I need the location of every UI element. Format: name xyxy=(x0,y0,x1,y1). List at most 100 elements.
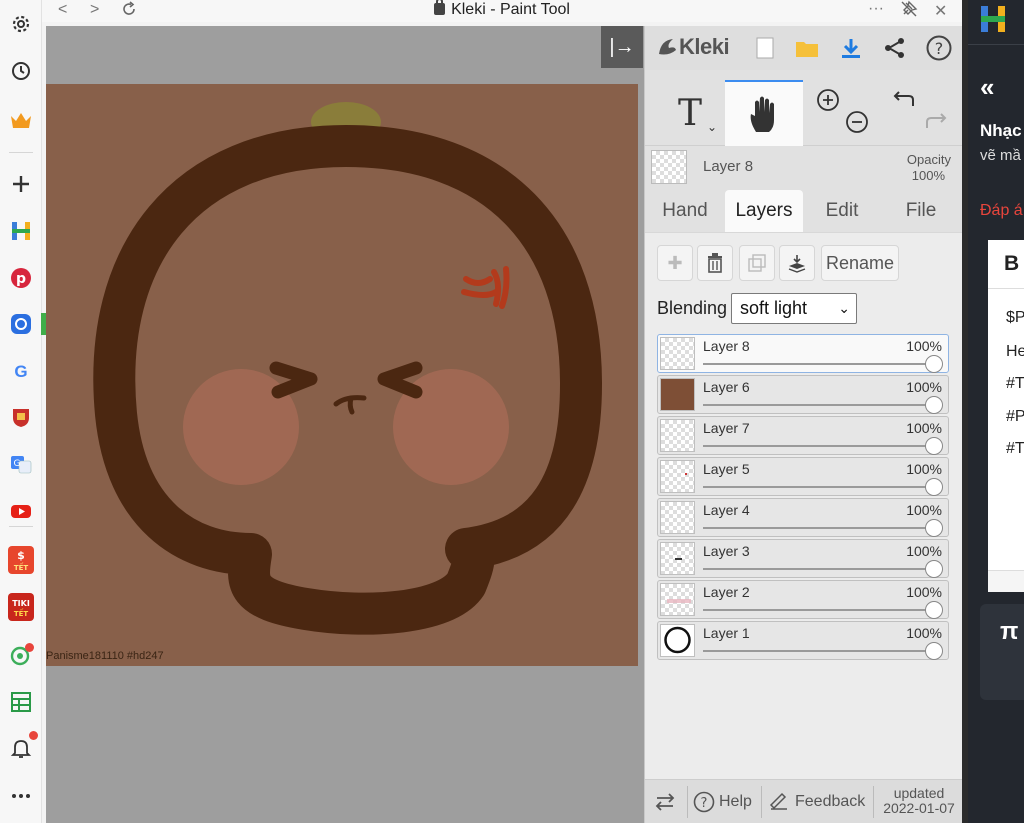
opacity-slider-handle[interactable] xyxy=(925,437,943,455)
opacity-slider-handle[interactable] xyxy=(925,560,943,578)
university-icon[interactable] xyxy=(7,403,35,431)
tab-layers[interactable]: Layers xyxy=(725,190,803,232)
google-icon[interactable]: G xyxy=(7,357,35,385)
share-icon[interactable] xyxy=(881,34,909,62)
layer-thumbnail xyxy=(660,378,695,411)
pin-icon[interactable] xyxy=(900,0,918,23)
opacity-slider-handle[interactable] xyxy=(925,519,943,537)
blending-select[interactable]: soft light ⌄ xyxy=(731,293,857,324)
opacity-slider[interactable] xyxy=(703,404,934,406)
feedback-link[interactable]: Feedback xyxy=(769,780,865,823)
pi-button[interactable]: π xyxy=(1000,618,1018,646)
layer-name: Layer 5 xyxy=(703,461,750,477)
collapse-panel-button[interactable]: |→ xyxy=(601,26,643,68)
opacity-slider-handle[interactable] xyxy=(925,601,943,619)
layer-name: Layer 4 xyxy=(703,502,750,518)
swap-side-icon[interactable] xyxy=(653,780,677,823)
back-arrows-icon[interactable]: « xyxy=(980,72,994,103)
new-image-icon[interactable] xyxy=(751,34,779,62)
rename-layer-button[interactable]: Rename xyxy=(821,245,899,281)
layer-row[interactable]: Layer 1 100% xyxy=(657,621,949,660)
layer-thumbnail xyxy=(660,542,695,575)
layers-tab-content: ✚ Rename Blending soft light ⌄ Layer 8 1… xyxy=(645,232,963,779)
blending-label: Blending xyxy=(657,298,728,318)
lock-icon xyxy=(434,0,446,15)
rp-toolbar: π xyxy=(980,604,1024,700)
blending-value: soft light xyxy=(740,298,808,318)
pinterest-icon[interactable]: p xyxy=(7,264,35,292)
opacity-slider[interactable] xyxy=(703,445,934,447)
layer-thumbnail xyxy=(660,460,695,493)
hand-tool[interactable] xyxy=(725,80,803,146)
watermark-text: Panisme181110 #hd247 xyxy=(46,650,164,662)
download-icon[interactable] xyxy=(837,34,865,62)
layer-name: Layer 1 xyxy=(703,625,750,641)
layer-opacity: 100% xyxy=(906,625,942,641)
opacity-slider[interactable] xyxy=(703,363,934,365)
h-app-icon[interactable] xyxy=(7,217,35,245)
panel-top-bar: Kleki ? xyxy=(645,26,963,70)
drawing-canvas[interactable]: Panisme181110 #hd247 xyxy=(46,84,638,666)
layer-row[interactable]: Layer 8 100% xyxy=(657,334,949,373)
duplicate-layer-button[interactable] xyxy=(739,245,775,281)
text-tool[interactable]: T ⌄ xyxy=(655,80,725,146)
layer-thumbnail xyxy=(660,501,695,534)
layer-row[interactable]: Layer 2 100% xyxy=(657,580,949,619)
canvas-area[interactable]: |→ Panisme181110 #hd247 xyxy=(46,26,644,823)
add-icon[interactable] xyxy=(7,170,35,198)
close-button[interactable]: ✕ xyxy=(934,1,947,21)
opacity-slider[interactable] xyxy=(703,568,934,570)
add-layer-button[interactable]: ✚ xyxy=(657,245,693,281)
undo-icon[interactable] xyxy=(891,80,921,146)
opacity-slider[interactable] xyxy=(703,650,934,652)
layer-row[interactable]: Layer 4 100% xyxy=(657,498,949,537)
background-web-page: « Nhạc vẽ mầ Đáp á B $P He #T #P #T π xyxy=(968,0,1024,823)
opacity-slider-handle[interactable] xyxy=(925,642,943,660)
more-icon[interactable] xyxy=(7,782,35,810)
layer-row[interactable]: Layer 6 100% xyxy=(657,375,949,414)
more-options-button[interactable]: ··· xyxy=(868,0,884,18)
shopee-tet-icon[interactable]: $ TẾT xyxy=(7,546,35,574)
translate-icon[interactable]: G xyxy=(7,450,35,478)
kleki-logo-text: Kleki xyxy=(679,34,730,59)
chevron-down-icon[interactable]: ⌄ xyxy=(707,120,717,134)
merge-layer-button[interactable] xyxy=(779,245,815,281)
help-link[interactable]: ? Help xyxy=(693,780,752,823)
zoom-out-icon[interactable] xyxy=(845,80,875,146)
tab-file[interactable]: File xyxy=(887,190,955,232)
current-layer-name: Layer 8 xyxy=(703,158,754,175)
delete-layer-button[interactable] xyxy=(697,245,733,281)
history-icon[interactable] xyxy=(7,57,35,85)
layer-opacity: 100% xyxy=(906,420,942,436)
layer-row[interactable]: Layer 7 100% xyxy=(657,416,949,455)
layer-thumbnail xyxy=(660,624,695,657)
opacity-slider[interactable] xyxy=(703,527,934,529)
rp-box-title: B xyxy=(1004,252,1020,275)
open-folder-icon[interactable] xyxy=(793,34,821,62)
tab-hand[interactable]: Hand xyxy=(651,190,719,232)
layer-row[interactable]: Layer 5 100% xyxy=(657,457,949,496)
layer-opacity: 100% xyxy=(906,543,942,559)
opacity-slider-handle[interactable] xyxy=(925,396,943,414)
trash-icon xyxy=(708,253,722,273)
messenger-icon[interactable] xyxy=(7,310,35,338)
panel-tabs: Hand Layers Edit File xyxy=(645,190,963,232)
window-titlebar: < > Kleki - Paint Tool ··· ✕ xyxy=(42,0,962,22)
layer-row[interactable]: Layer 3 100% xyxy=(657,539,949,578)
layer-name: Layer 3 xyxy=(703,543,750,559)
help-icon[interactable]: ? xyxy=(925,34,953,62)
rp-subtext: vẽ mầ xyxy=(980,147,1021,164)
youtube-icon[interactable] xyxy=(7,497,35,525)
opacity-slider[interactable] xyxy=(703,486,934,488)
opacity-slider-handle[interactable] xyxy=(925,355,943,373)
tiki-tet-icon[interactable]: TIKI TẾT xyxy=(7,593,35,621)
rp-line: #P xyxy=(1006,408,1024,425)
tab-edit[interactable]: Edit xyxy=(809,190,875,232)
opacity-slider[interactable] xyxy=(703,609,934,611)
opacity-slider-handle[interactable] xyxy=(925,478,943,496)
updated-label: updated xyxy=(893,785,945,801)
gear-icon[interactable] xyxy=(7,10,35,38)
redo-icon[interactable] xyxy=(921,80,951,146)
sheets-icon[interactable] xyxy=(7,688,35,716)
crown-icon[interactable] xyxy=(7,106,35,134)
